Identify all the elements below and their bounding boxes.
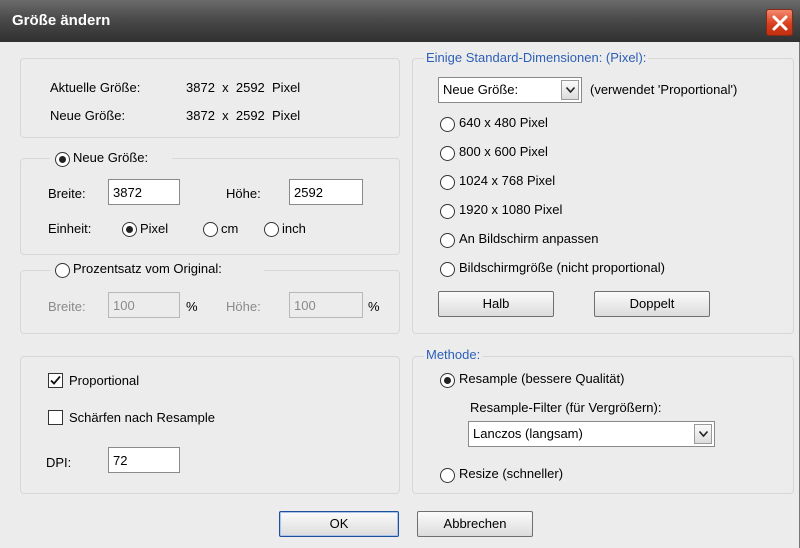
sharpen-checkbox[interactable]: [48, 410, 63, 425]
preset-1920-radio[interactable]: [440, 204, 455, 219]
height-input[interactable]: [289, 179, 363, 205]
preset-640-radio[interactable]: [440, 117, 455, 132]
title-bar[interactable]: Größe ändern: [0, 0, 800, 42]
cancel-button[interactable]: Abbrechen: [417, 511, 533, 537]
resize-radio[interactable]: [440, 468, 455, 483]
percent-width-input[interactable]: [108, 292, 180, 318]
resize-dialog: Größe ändern Aktuelle Größe: 3872 x 2592…: [0, 0, 800, 548]
unit-pixel-label: Pixel: [140, 221, 169, 236]
preset-screen-size-radio[interactable]: [440, 262, 455, 277]
width-label: Breite:: [48, 186, 86, 201]
new-size-radio-label: Neue Größe:: [73, 150, 149, 165]
height-label: Höhe:: [226, 186, 261, 201]
preset-fit-screen-label: An Bildschirm anpassen: [459, 231, 599, 246]
double-button[interactable]: Doppelt: [594, 291, 710, 317]
close-button[interactable]: [766, 9, 793, 36]
dropdown-arrow[interactable]: [561, 80, 579, 100]
resample-filter-value: Lanczos (langsam): [473, 426, 583, 441]
proportional-label: Proportional: [69, 373, 140, 388]
checkmark-icon: [50, 375, 61, 385]
standard-size-dropdown[interactable]: Neue Größe:: [438, 77, 582, 103]
resize-label: Resize (schneller): [459, 466, 564, 481]
dropdown-arrow[interactable]: [694, 424, 712, 444]
new-size-radio[interactable]: [55, 152, 70, 167]
dpi-label: DPI:: [46, 455, 72, 470]
proportional-checkbox[interactable]: [48, 373, 63, 388]
unit-label: Einheit:: [48, 221, 92, 236]
preset-800-label: 800 x 600 Pixel: [459, 144, 548, 159]
width-input[interactable]: [108, 179, 180, 205]
current-size-value: 3872 x 2592 Pixel: [186, 80, 301, 95]
preset-fit-screen-radio[interactable]: [440, 233, 455, 248]
resample-label: Resample (bessere Qualität): [459, 371, 625, 386]
resample-filter-label: Resample-Filter (für Vergrößern):: [470, 400, 662, 415]
window-title: Größe ändern: [12, 12, 111, 29]
preset-1024-label: 1024 x 768 Pixel: [459, 173, 556, 188]
resample-radio[interactable]: [440, 373, 455, 388]
unit-cm-label: cm: [221, 221, 239, 236]
chevron-down-icon: [566, 87, 575, 93]
percent-width-label: Breite:: [48, 299, 86, 314]
percent-height-unit: %: [368, 299, 380, 314]
percent-height-input[interactable]: [289, 292, 363, 318]
preset-screen-size-label: Bildschirmgröße (nicht proportional): [459, 260, 665, 275]
standard-size-value: Neue Größe:: [443, 82, 519, 97]
current-size-label: Aktuelle Größe:: [50, 80, 141, 95]
new-size-group: [20, 158, 400, 255]
unit-inch-radio[interactable]: [264, 222, 279, 237]
close-icon: [772, 15, 788, 31]
preset-1920-label: 1920 x 1080 Pixel: [459, 202, 563, 217]
unit-cm-radio[interactable]: [203, 222, 218, 237]
method-legend: Methode:: [424, 347, 483, 362]
dropdown-note: (verwendet 'Proportional'): [590, 82, 738, 97]
new-size-value: 3872 x 2592 Pixel: [186, 108, 301, 123]
percent-height-label: Höhe:: [226, 299, 261, 314]
half-button[interactable]: Halb: [438, 291, 554, 317]
resample-filter-dropdown[interactable]: Lanczos (langsam): [468, 421, 715, 447]
preset-640-label: 640 x 480 Pixel: [459, 115, 548, 130]
percent-radio[interactable]: [55, 263, 70, 278]
preset-1024-radio[interactable]: [440, 175, 455, 190]
chevron-down-icon: [699, 431, 708, 437]
preset-800-radio[interactable]: [440, 146, 455, 161]
percent-radio-label: Prozentsatz vom Original:: [73, 261, 222, 276]
dpi-input[interactable]: [108, 447, 180, 473]
ok-button[interactable]: OK: [279, 511, 399, 537]
unit-pixel-radio[interactable]: [122, 222, 137, 237]
standard-dimensions-legend: Einige Standard-Dimensionen: (Pixel):: [424, 50, 649, 65]
current-size-group: [20, 58, 400, 138]
unit-inch-label: inch: [282, 221, 306, 236]
percent-width-unit: %: [186, 299, 198, 314]
new-size-label: Neue Größe:: [50, 108, 126, 123]
sharpen-label: Schärfen nach Resample: [69, 410, 215, 425]
